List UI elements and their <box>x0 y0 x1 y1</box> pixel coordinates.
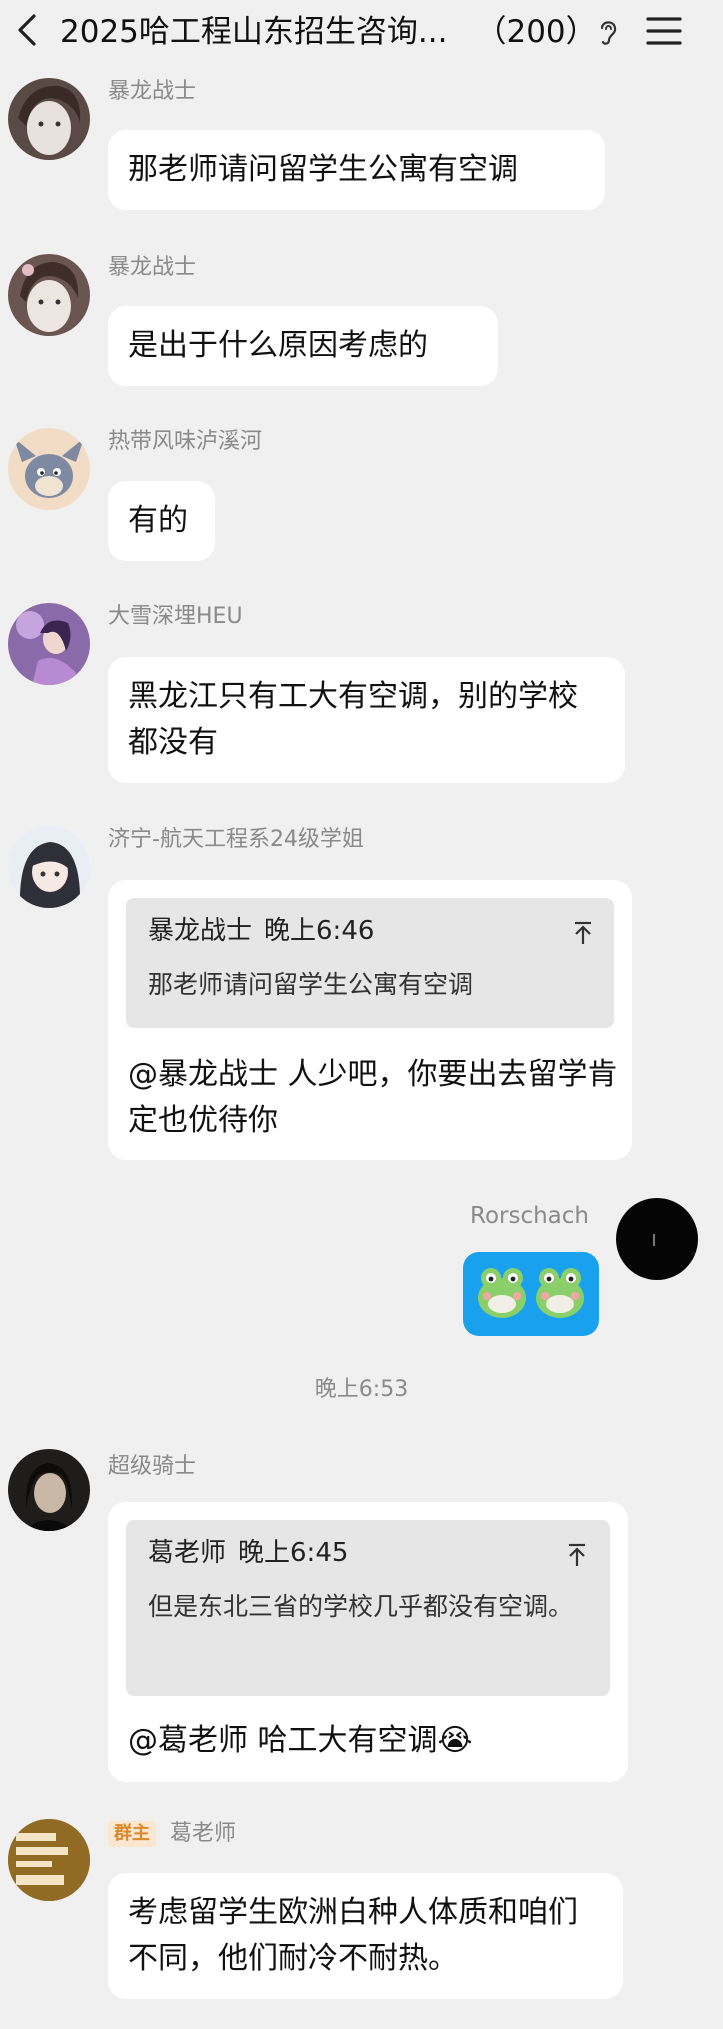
message-bubble[interactable]: 暴龙战士 晚上6:46 那老师请问留学生公寓有空调 @暴龙战士 人少吧，你要出去留… <box>108 880 632 1160</box>
reply-text: @葛老师 哈工大有空调😭 <box>128 1723 473 1758</box>
member-count: （200） <box>475 14 597 50</box>
quoted-message[interactable]: 暴龙战士 晚上6:46 那老师请问留学生公寓有空调 <box>126 898 614 1028</box>
message-bubble[interactable]: 黑龙江只有工大有空调，别的学校都没有 <box>108 657 625 783</box>
quote-author: 暴龙战士 <box>148 916 253 946</box>
group-owner-badge: 群主 <box>108 1821 156 1847</box>
quote-time: 晚上6:45 <box>238 1538 349 1568</box>
avatar[interactable] <box>8 826 90 908</box>
jump-to-message-icon[interactable] <box>566 1542 588 1568</box>
quote-time: 晚上6:46 <box>264 916 375 946</box>
time-separator: 晚上6:53 <box>314 1377 409 1402</box>
sender-name: 大雪深埋HEU <box>108 604 243 629</box>
quoted-message[interactable]: 葛老师 晚上6:45 但是东北三省的学校几乎都没有空调。 <box>126 1520 610 1696</box>
quote-text: 那老师请问留学生公寓有空调 <box>148 970 474 999</box>
ear-icon[interactable] <box>594 16 622 48</box>
avatar[interactable] <box>8 603 90 685</box>
sender-name: 超级骑士 <box>108 1454 197 1479</box>
jump-to-message-icon[interactable] <box>572 920 594 946</box>
quote-text: 但是东北三省的学校几乎都没有空调。 <box>148 1592 574 1621</box>
sender-name: 热带风味泸溪河 <box>108 429 263 454</box>
message-bubble[interactable]: 是出于什么原因考虑的 <box>108 306 498 386</box>
sender-name: 暴龙战士 <box>108 255 197 280</box>
frog-sticker-icon <box>478 1268 584 1318</box>
menu-icon[interactable] <box>644 14 684 48</box>
sender-name: 暴龙战士 <box>108 79 197 104</box>
quote-author: 葛老师 <box>148 1538 227 1568</box>
chat-header: 2025哈工程山东招生咨询... （200） <box>0 0 723 64</box>
back-arrow-icon[interactable] <box>12 10 44 50</box>
chat-title[interactable]: 2025哈工程山东招生咨询... （200） <box>60 12 620 52</box>
message-bubble[interactable]: 那老师请问留学生公寓有空调 <box>108 130 605 210</box>
message-bubble[interactable]: 考虑留学生欧洲白种人体质和咱们不同，他们耐冷不耐热。 <box>108 1873 623 1999</box>
avatar[interactable] <box>8 254 90 336</box>
avatar[interactable] <box>616 1198 698 1280</box>
sender-name: 葛老师 <box>170 1821 237 1846</box>
group-name: 2025哈工程山东招生咨询... <box>60 14 448 50</box>
quote-header: 暴龙战士 晚上6:46 <box>148 914 374 948</box>
avatar[interactable] <box>8 428 90 510</box>
sticker-bubble[interactable] <box>463 1252 599 1336</box>
sender-name: Rorschach <box>470 1203 589 1229</box>
message-bubble[interactable]: 有的 <box>108 481 215 561</box>
sender-name: 济宁-航天工程系24级学姐 <box>108 827 364 852</box>
avatar[interactable] <box>8 1819 90 1901</box>
quote-header: 葛老师 晚上6:45 <box>148 1536 348 1570</box>
avatar[interactable] <box>8 1449 90 1531</box>
reply-text: @暴龙战士 人少吧，你要出去留学肯定也优待你 <box>128 1057 618 1138</box>
avatar[interactable] <box>8 78 90 160</box>
message-bubble[interactable]: 葛老师 晚上6:45 但是东北三省的学校几乎都没有空调。 @葛老师 哈工大有空调😭 <box>108 1502 628 1782</box>
